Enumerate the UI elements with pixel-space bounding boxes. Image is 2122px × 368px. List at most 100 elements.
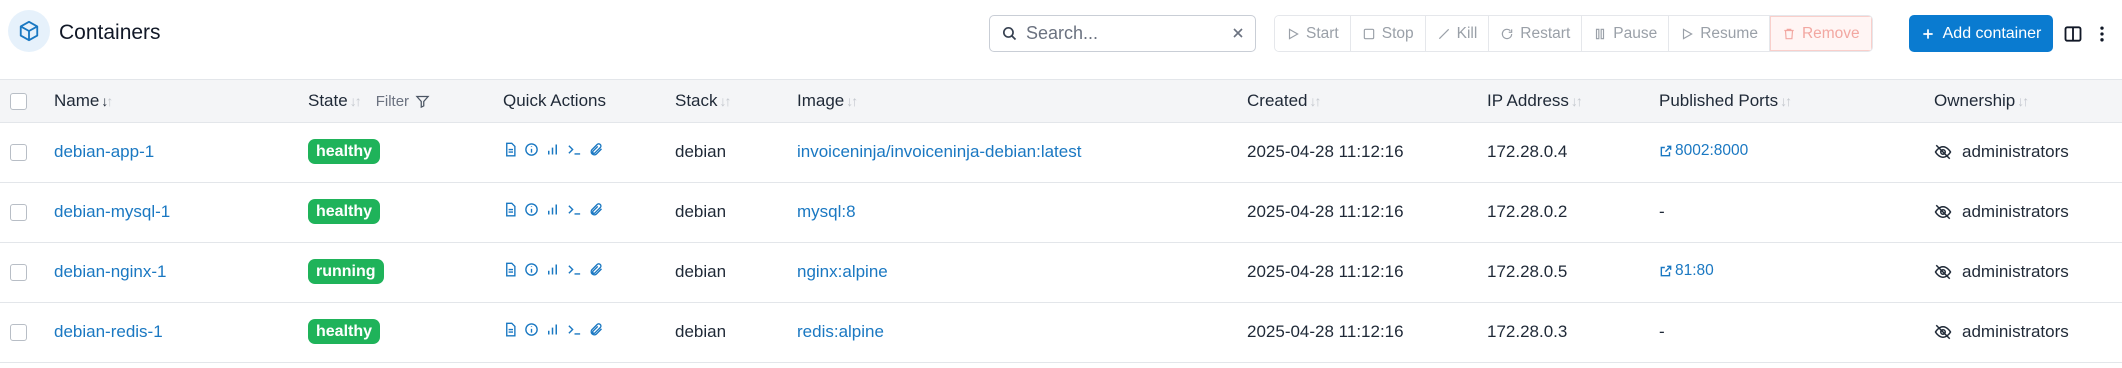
column-quick-actions: Quick Actions [503, 91, 606, 111]
column-image-label: Image [797, 91, 845, 110]
container-name-link[interactable]: debian-app-1 [54, 142, 154, 162]
row-checkbox[interactable] [10, 204, 27, 221]
container-name-link[interactable]: debian-nginx-1 [54, 262, 166, 282]
attach-icon[interactable] [589, 262, 604, 277]
stats-icon[interactable] [545, 142, 560, 157]
resume-button[interactable]: Resume [1669, 16, 1770, 51]
remove-label: Remove [1801, 24, 1860, 42]
column-name[interactable]: Name ↓↑ [54, 91, 113, 111]
port-value: 8002:8000 [1675, 142, 1749, 159]
search-placeholder: Search... [1026, 23, 1099, 43]
column-ownership[interactable]: Ownership ↓↑ [1934, 91, 2029, 111]
stats-icon[interactable] [545, 262, 560, 277]
column-quick-actions-label: Quick Actions [503, 91, 606, 110]
more-options-icon[interactable] [2098, 24, 2106, 49]
image-link[interactable]: redis:alpine [797, 322, 884, 342]
column-state-label: State [308, 91, 348, 110]
published-port: - [1659, 322, 1665, 342]
page-title: Containers [59, 21, 161, 44]
inspect-icon[interactable] [524, 142, 539, 157]
container-name-link[interactable]: debian-mysql-1 [54, 202, 170, 222]
console-icon[interactable] [566, 262, 583, 277]
status-badge: running [308, 259, 384, 284]
row-checkbox[interactable] [10, 324, 27, 341]
stats-icon[interactable] [545, 202, 560, 217]
stack-value: debian [675, 202, 727, 221]
slash-icon [1438, 28, 1449, 39]
inspect-icon[interactable] [524, 202, 539, 217]
ownership-label: administrators [1962, 322, 2069, 341]
play-icon [1288, 27, 1299, 40]
table-row: debian-nginx-1 running debian nginx:alpi… [0, 243, 2122, 303]
column-state[interactable]: State ↓↑ Filter [308, 91, 430, 111]
container-name-link[interactable]: debian-redis-1 [54, 322, 163, 342]
ownership-value: administrators [1934, 202, 2069, 222]
search-input[interactable]: Search... [989, 15, 1256, 52]
external-link-icon [1660, 265, 1672, 277]
table-row: debian-mysql-1 healthy debian mysql:8 20… [0, 183, 2122, 243]
logs-icon[interactable] [503, 142, 518, 157]
stack-value: debian [675, 322, 727, 341]
logs-icon[interactable] [503, 202, 518, 217]
eye-off-icon [1934, 324, 1952, 340]
container-actions-group: Start Stop Kill Restart Pause Resume Rem… [1274, 15, 1873, 52]
status-badge: healthy [308, 139, 381, 164]
port-value: 81:80 [1675, 262, 1714, 279]
port-link[interactable]: 81:80 [1659, 262, 1714, 280]
port-link[interactable]: 8002:8000 [1659, 142, 1748, 160]
row-checkbox[interactable] [10, 264, 27, 281]
state-filter-button[interactable]: Filter [376, 93, 430, 110]
port-empty: - [1659, 322, 1665, 341]
logs-icon[interactable] [503, 262, 518, 277]
restart-button[interactable]: Restart [1489, 16, 1583, 51]
stats-icon[interactable] [545, 322, 560, 337]
console-icon[interactable] [566, 142, 583, 157]
column-ip-address[interactable]: IP Address ↓↑ [1487, 91, 1583, 111]
attach-icon[interactable] [589, 322, 604, 337]
inspect-icon[interactable] [524, 322, 539, 337]
published-port: - [1659, 202, 1665, 222]
image-link[interactable]: mysql:8 [797, 202, 856, 222]
eye-off-icon [1934, 204, 1952, 220]
ip-address-value: 172.28.0.4 [1487, 142, 1568, 161]
column-stack[interactable]: Stack ↓↑ [675, 91, 732, 111]
start-button[interactable]: Start [1275, 16, 1351, 51]
pause-button[interactable]: Pause [1582, 16, 1670, 51]
select-all-checkbox[interactable] [10, 93, 27, 110]
sort-icon: ↓↑ [1570, 93, 1583, 109]
add-container-label: Add container [1942, 24, 2042, 42]
row-checkbox[interactable] [10, 144, 27, 161]
created-value: 2025-04-28 11:12:16 [1247, 262, 1404, 281]
attach-icon[interactable] [589, 202, 604, 217]
inspect-icon[interactable] [524, 262, 539, 277]
console-icon[interactable] [566, 202, 583, 217]
columns-toggle-icon[interactable] [2063, 24, 2083, 49]
remove-button[interactable]: Remove [1769, 16, 1872, 51]
external-link-icon [1660, 145, 1672, 157]
stop-button[interactable]: Stop [1350, 16, 1426, 51]
sort-icon: ↓↑ [2017, 93, 2029, 109]
add-container-button[interactable]: Add container [1909, 15, 2053, 52]
column-published-ports[interactable]: Published Ports ↓↑ [1659, 91, 1792, 111]
console-icon[interactable] [566, 322, 583, 337]
column-ownership-label: Ownership [1934, 91, 2016, 110]
sort-icon: ↓↑ [349, 93, 362, 109]
column-created[interactable]: Created ↓↑ [1247, 91, 1321, 111]
attach-icon[interactable] [589, 142, 604, 157]
restart-label: Restart [1520, 24, 1571, 42]
column-image[interactable]: Image ↓↑ [797, 91, 858, 111]
kill-button[interactable]: Kill [1425, 16, 1490, 51]
image-link[interactable]: nginx:alpine [797, 262, 888, 282]
image-link[interactable]: invoiceninja/invoiceninja-debian:latest [797, 142, 1081, 162]
logs-icon[interactable] [503, 322, 518, 337]
clear-search-icon[interactable] [1230, 25, 1246, 46]
pause-label: Pause [1613, 24, 1658, 42]
published-port: 81:80 [1659, 262, 1714, 280]
ip-address-value: 172.28.0.2 [1487, 202, 1568, 221]
sort-icon: ↓↑ [1309, 93, 1321, 109]
containers-cube-icon [8, 10, 50, 52]
table-header: Name ↓↑ State ↓↑ Filter Quick Actions St… [0, 79, 2122, 123]
refresh-icon [1502, 28, 1513, 39]
published-port: 8002:8000 [1659, 142, 1748, 160]
eye-off-icon [1934, 264, 1952, 280]
